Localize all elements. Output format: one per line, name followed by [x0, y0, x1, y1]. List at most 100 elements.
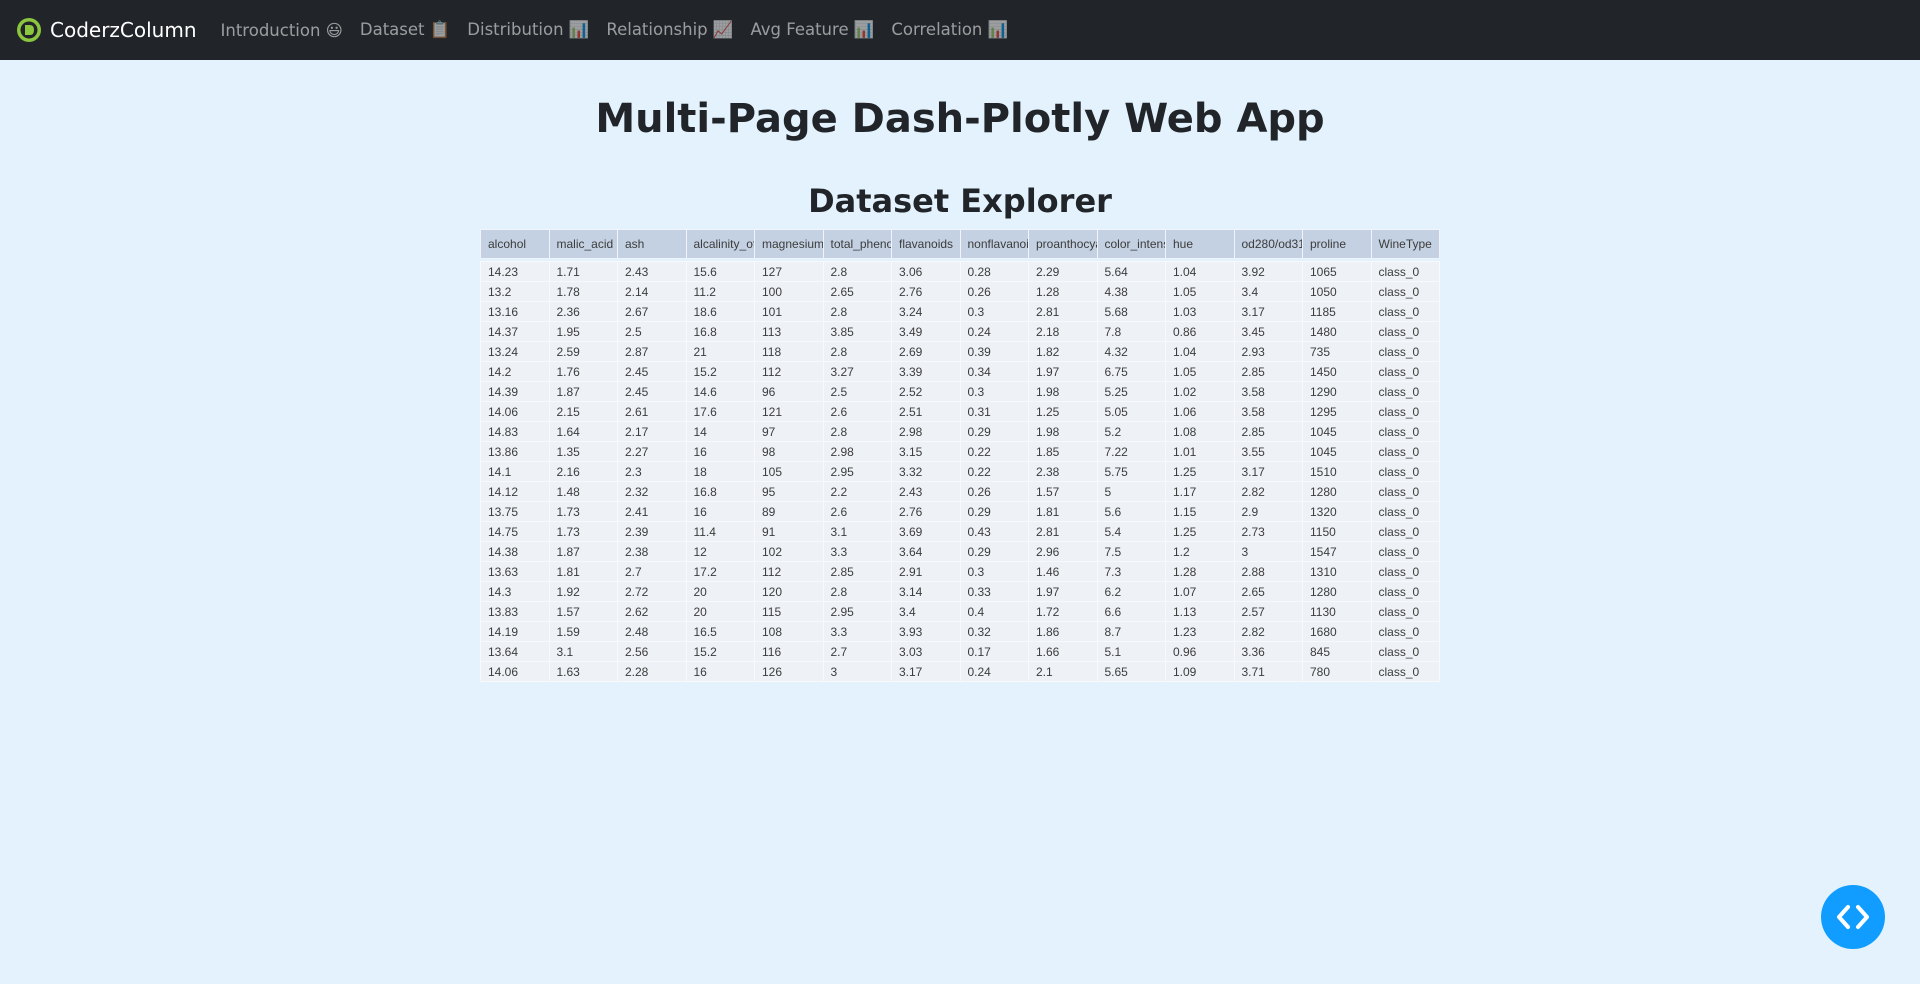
table-cell[interactable]: 0.24	[959, 321, 1029, 342]
table-cell[interactable]: 112	[754, 361, 824, 382]
table-cell[interactable]: 105	[754, 461, 824, 482]
table-cell[interactable]: 20	[685, 601, 755, 622]
table-cell[interactable]: 1.63	[548, 661, 618, 682]
table-cell[interactable]: 3.4	[1233, 281, 1303, 302]
table-cell[interactable]: 2.81	[1028, 301, 1098, 322]
table-cell[interactable]: 14.75	[480, 521, 550, 542]
table-cell[interactable]: 6.2	[1096, 581, 1166, 602]
table-cell[interactable]: 2.3	[617, 461, 687, 482]
table-cell[interactable]: 5.2	[1096, 421, 1166, 442]
table-cell[interactable]: 3.39	[891, 361, 961, 382]
table-cell[interactable]: 2.76	[891, 501, 961, 522]
table-cell[interactable]: 3.1	[822, 521, 892, 542]
column-header[interactable]: proline	[1302, 229, 1372, 259]
table-cell[interactable]: 2.95	[822, 461, 892, 482]
table-cell[interactable]: 0.26	[959, 281, 1029, 302]
table-cell[interactable]: class_0	[1370, 301, 1440, 322]
table-cell[interactable]: 2.45	[617, 361, 687, 382]
table-cell[interactable]: 11.2	[685, 281, 755, 302]
table-cell[interactable]: 2.29	[1028, 261, 1098, 282]
table-cell[interactable]: 2.8	[822, 261, 892, 282]
table-cell[interactable]: 0.86	[1165, 321, 1235, 342]
table-cell[interactable]: 7.3	[1096, 561, 1166, 582]
table-cell[interactable]: 14.1	[480, 461, 550, 482]
table-cell[interactable]: class_0	[1370, 581, 1440, 602]
column-header[interactable]: magnesium	[754, 229, 824, 259]
table-cell[interactable]: 3.69	[891, 521, 961, 542]
table-cell[interactable]: 2.9	[1233, 501, 1303, 522]
table-cell[interactable]: 2.52	[891, 381, 961, 402]
table-cell[interactable]: 2.73	[1233, 521, 1303, 542]
table-cell[interactable]: 2.36	[548, 301, 618, 322]
table-cell[interactable]: 13.2	[480, 281, 550, 302]
table-cell[interactable]: 1.82	[1028, 341, 1098, 362]
table-cell[interactable]: 98	[754, 441, 824, 462]
table-cell[interactable]: 2.88	[1233, 561, 1303, 582]
table-cell[interactable]: 3.14	[891, 581, 961, 602]
table-cell[interactable]: 7.8	[1096, 321, 1166, 342]
table-cell[interactable]: 3	[822, 661, 892, 682]
table-cell[interactable]: 11.4	[685, 521, 755, 542]
table-cell[interactable]: 1.98	[1028, 421, 1098, 442]
table-cell[interactable]: 1.28	[1028, 281, 1098, 302]
table-cell[interactable]: class_0	[1370, 481, 1440, 502]
table-cell[interactable]: 1.92	[548, 581, 618, 602]
table-cell[interactable]: 2.1	[1028, 661, 1098, 682]
table-cell[interactable]: 2.82	[1233, 481, 1303, 502]
table-cell[interactable]: 2.38	[617, 541, 687, 562]
table-cell[interactable]: 3.49	[891, 321, 961, 342]
table-cell[interactable]: 1480	[1302, 321, 1372, 342]
table-cell[interactable]: 3.55	[1233, 441, 1303, 462]
table-cell[interactable]: 2.16	[548, 461, 618, 482]
table-cell[interactable]: 2.51	[891, 401, 961, 422]
table-cell[interactable]: 1.78	[548, 281, 618, 302]
table-cell[interactable]: 0.39	[959, 341, 1029, 362]
table-cell[interactable]: 0.3	[959, 301, 1029, 322]
table-cell[interactable]: 2.5	[822, 381, 892, 402]
table-cell[interactable]: 3.17	[1233, 461, 1303, 482]
table-cell[interactable]: 1450	[1302, 361, 1372, 382]
nav-link-distribution[interactable]: Distribution 📊	[467, 20, 589, 40]
table-cell[interactable]: 1045	[1302, 441, 1372, 462]
table-cell[interactable]: 102	[754, 541, 824, 562]
table-cell[interactable]: 2.98	[822, 441, 892, 462]
table-cell[interactable]: 8.7	[1096, 621, 1166, 642]
table-cell[interactable]: 13.16	[480, 301, 550, 322]
table-cell[interactable]: 14.2	[480, 361, 550, 382]
table-cell[interactable]: 1547	[1302, 541, 1372, 562]
table-cell[interactable]: 126	[754, 661, 824, 682]
table-cell[interactable]: 14.12	[480, 481, 550, 502]
table-cell[interactable]: 2.7	[822, 641, 892, 662]
table-cell[interactable]: 2.59	[548, 341, 618, 362]
table-cell[interactable]: 121	[754, 401, 824, 422]
column-header[interactable]: total_phenols	[822, 229, 892, 259]
table-cell[interactable]: 1.17	[1165, 481, 1235, 502]
table-cell[interactable]: 2.27	[617, 441, 687, 462]
table-cell[interactable]: 14.6	[685, 381, 755, 402]
table-cell[interactable]: class_0	[1370, 561, 1440, 582]
table-cell[interactable]: 1.97	[1028, 581, 1098, 602]
table-cell[interactable]: 5.25	[1096, 381, 1166, 402]
table-cell[interactable]: class_0	[1370, 261, 1440, 282]
table-cell[interactable]: 2.6	[822, 401, 892, 422]
table-cell[interactable]: class_0	[1370, 401, 1440, 422]
table-cell[interactable]: 14.23	[480, 261, 550, 282]
table-cell[interactable]: 1.04	[1165, 341, 1235, 362]
table-cell[interactable]: 780	[1302, 661, 1372, 682]
table-cell[interactable]: 1.09	[1165, 661, 1235, 682]
table-cell[interactable]: 0.26	[959, 481, 1029, 502]
table-cell[interactable]: 0.28	[959, 261, 1029, 282]
table-cell[interactable]: 0.4	[959, 601, 1029, 622]
table-cell[interactable]: 1.72	[1028, 601, 1098, 622]
table-cell[interactable]: 3.32	[891, 461, 961, 482]
table-cell[interactable]: 2.6	[822, 501, 892, 522]
table-cell[interactable]: 1.97	[1028, 361, 1098, 382]
table-cell[interactable]: 15.2	[685, 641, 755, 662]
table-cell[interactable]: 1130	[1302, 601, 1372, 622]
nav-link-dataset[interactable]: Dataset 📋	[360, 20, 450, 40]
table-cell[interactable]: 0.3	[959, 381, 1029, 402]
table-cell[interactable]: 1045	[1302, 421, 1372, 442]
table-cell[interactable]: 0.31	[959, 401, 1029, 422]
table-cell[interactable]: 1.71	[548, 261, 618, 282]
table-cell[interactable]: 1.02	[1165, 381, 1235, 402]
